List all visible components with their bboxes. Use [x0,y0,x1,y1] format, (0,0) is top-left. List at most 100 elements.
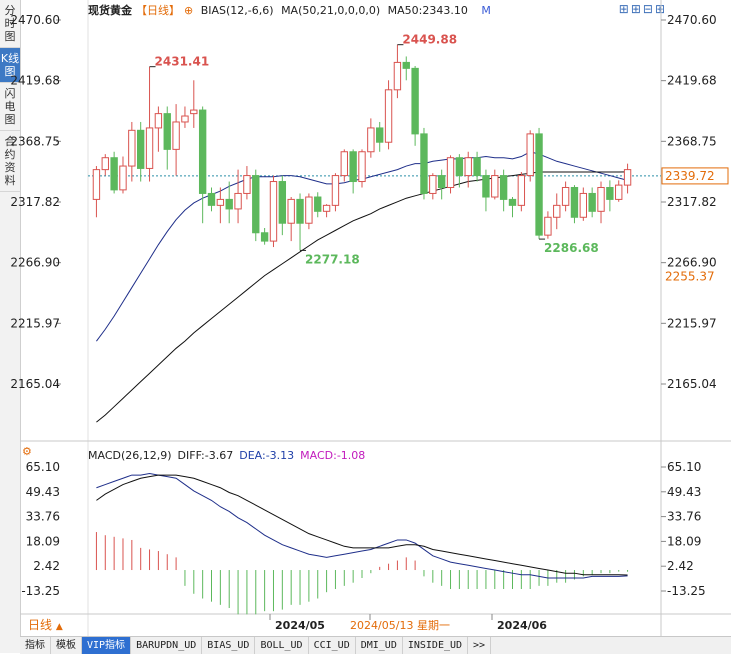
candle-body [429,175,437,194]
candle-body [464,157,472,177]
candle-body [278,181,287,224]
candle-body [252,175,260,234]
price-tick-label-left: 2419.68 [10,74,60,88]
candle-body [544,216,552,236]
candle-body [623,169,632,186]
candle-body [570,186,579,218]
indicator-tab[interactable]: >> [468,637,492,654]
candle-body [269,181,278,242]
price-tick-label-left: 2317.82 [10,195,60,209]
candle-body [92,169,101,200]
highlight-price-label: 2255.37 [665,269,715,283]
candle-body [340,151,348,177]
price-tick-label-right: 2470.60 [667,13,717,27]
candle-body [473,157,481,177]
candle-body [358,151,366,183]
macd-tick-label-left: 18.09 [26,534,60,548]
candle-body [172,121,180,150]
chart-canvas[interactable]: 2431.41 2449.88 2277.18 2286.68 2470.60 2470… [0,0,731,653]
indicator-tab[interactable]: 模板 [51,637,82,654]
candle-body [606,186,614,200]
indicator-tab[interactable]: INSIDE_UD [403,637,469,654]
candle-body [137,129,145,169]
price-annotation: 2277.18 [305,252,360,266]
candle-body [287,198,295,224]
candle-body [499,175,508,200]
candle-body [553,204,561,218]
candle-body [198,109,207,194]
candle-body [207,192,216,206]
indicator-tab[interactable]: BOLL_UD [255,637,309,654]
triangle-up-icon: ▲ [55,622,63,632]
price-tick-label-right: 2317.82 [667,195,717,209]
candle-body [446,157,455,188]
candle-body [561,186,570,206]
candle-body [349,151,357,183]
macd-tick-label-left: 65.10 [26,460,60,474]
time-axis-label: 2024/05/13 星期一 [350,619,450,632]
ma-line-ma50 [96,171,628,423]
candle-body [491,175,499,198]
candle-body [455,157,464,177]
candle-body [154,113,163,129]
candle-body [411,67,419,135]
candle-body [615,184,623,200]
candle-body [216,198,225,206]
candle-body [376,127,384,143]
timeframe-select[interactable]: 日线 ▲ [28,618,86,633]
candle-body [260,232,269,242]
macd-tick-label-right: 2.42 [667,559,694,573]
candle-body [243,175,251,194]
candle-body [393,61,402,91]
candle-body [101,157,109,171]
macd-tick-label-left: 2.42 [33,559,60,573]
candle-body [110,157,118,191]
candle-body [579,192,587,218]
macd-tick-label-right: 18.09 [667,534,701,548]
macd-tick-label-right: 49.43 [667,485,701,499]
candle-body [190,109,198,115]
price-tick-label-right: 2215.97 [667,316,717,330]
indicator-tab[interactable]: CCI_UD [309,637,356,654]
macd-tick-label-right: 65.10 [667,460,701,474]
candle-body [588,192,596,212]
indicator-tab-bar: 指标 模板 VIP指标 BARUPDN_UD BIAS_UD BOLL_UD CCI_UD D… [20,636,731,654]
price-tick-label-left: 2368.75 [10,134,60,148]
candle-body [526,133,534,177]
indicator-tab[interactable]: DMI_UD [356,637,403,654]
price-tick-label-right: 2165.04 [667,377,717,391]
indicator-tab[interactable]: BARUPDN_UD [131,637,203,654]
candle-body [234,192,242,210]
price-tick-label-left: 2165.04 [10,377,60,391]
candle-body [296,198,304,224]
last-price-label: 2339.72 [665,169,715,183]
candle-body [225,198,233,210]
candle-body [420,133,428,194]
candle-body [163,113,171,150]
price-tick-label-left: 2470.60 [10,13,60,27]
indicator-tab[interactable]: 指标 [20,637,51,654]
candle-body [367,127,375,153]
candle-body [508,198,517,206]
candle-body [384,89,393,143]
macd-tick-label-right: 33.76 [667,510,701,524]
price-tick-label-left: 2266.90 [10,256,60,270]
indicator-tab[interactable]: VIP指标 [82,637,132,654]
candle-body [482,175,490,198]
price-tick-label-right: 2419.68 [667,74,717,88]
candle-body [128,129,136,167]
candle-body [145,127,154,169]
candle-body [119,165,127,191]
price-annotation: 2449.88 [402,33,457,47]
price-annotation: 2286.68 [544,241,599,255]
candle-body [535,133,543,236]
macd-tick-label-left: 33.76 [26,510,60,524]
timeframe-select-value: 日线 [28,618,53,632]
price-annotation: 2431.41 [155,55,210,69]
candle-body [305,196,313,224]
macd-tick-label-left: -13.25 [21,584,60,598]
time-axis-label: 2024/05 [275,619,325,632]
macd-tick-label-right: -13.25 [667,584,706,598]
indicator-tab[interactable]: BIAS_UD [202,637,256,654]
candle-body [437,175,446,188]
